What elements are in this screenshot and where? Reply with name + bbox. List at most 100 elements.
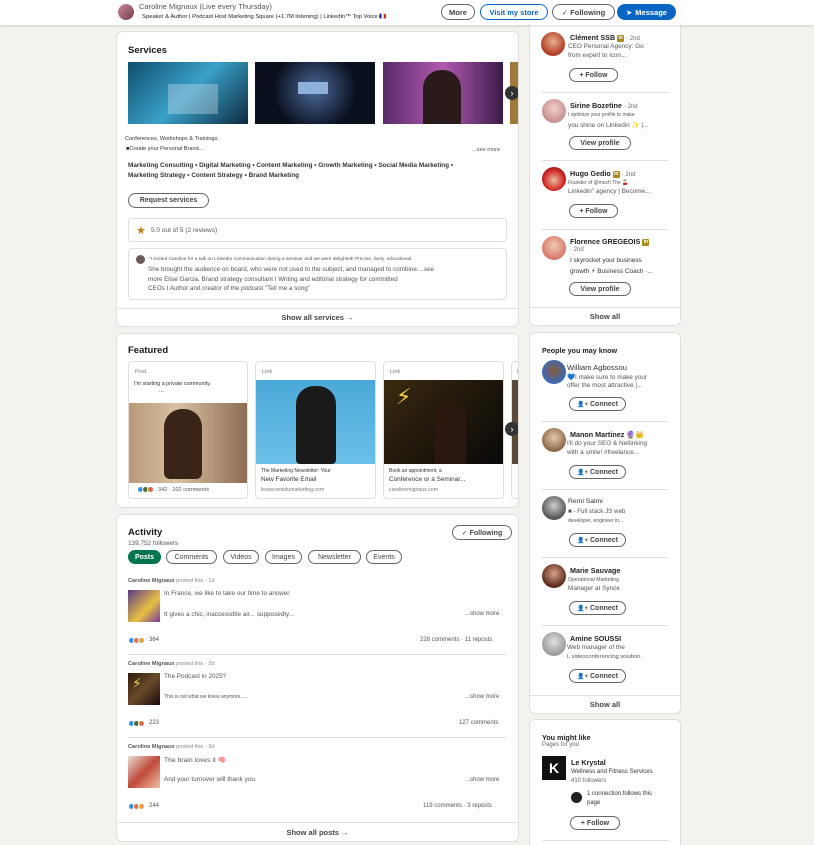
- avatar[interactable]: [542, 564, 566, 588]
- connection-line2: page: [587, 800, 601, 806]
- page-name[interactable]: Le Krystal: [571, 758, 606, 767]
- review-headline: "I invited Caroline for a talk on Linked…: [149, 257, 413, 262]
- service-image-1[interactable]: [128, 62, 248, 124]
- avatar[interactable]: [542, 632, 566, 656]
- person-name[interactable]: Hugo Gedio in · 2nd: [570, 169, 635, 178]
- review-line2: more Elise Garcia, Brand strategy consul…: [148, 276, 398, 283]
- avatar[interactable]: [542, 99, 566, 123]
- post-meta: posted this · 2d: [174, 661, 215, 667]
- person-name[interactable]: Clément SSB in · 2nd: [570, 33, 640, 42]
- services-next-arrow[interactable]: ›: [505, 86, 518, 100]
- avatar[interactable]: [541, 32, 565, 56]
- services-see-more[interactable]: ...see more: [472, 147, 500, 153]
- person-divider: [542, 421, 668, 422]
- avatar[interactable]: [542, 236, 566, 260]
- person-headline-line1: Founder of @much The 🍒: [568, 180, 629, 186]
- post-show-more[interactable]: ...show more: [465, 777, 499, 783]
- reaction-icons: [128, 803, 145, 810]
- avatar[interactable]: [542, 360, 566, 384]
- post-thumbnail: [128, 756, 160, 788]
- rating-box: ★ 5.0 out of 5 (2 reviews): [128, 218, 507, 242]
- post-stats[interactable]: 119 comments · 3 reposts: [423, 803, 492, 809]
- person-name[interactable]: Marie Sauvage: [570, 566, 620, 575]
- request-services-button[interactable]: Request services: [128, 193, 209, 208]
- person-divider: [542, 160, 668, 161]
- service-image-3[interactable]: [383, 62, 503, 124]
- post-text-line1: The Podcast in 2025?: [164, 673, 227, 680]
- following-button[interactable]: ✓ Following: [552, 4, 615, 20]
- person-name[interactable]: William Agbossou: [567, 363, 627, 372]
- featured-title: Featured: [128, 345, 169, 356]
- tab-comments[interactable]: Comments: [166, 550, 217, 564]
- post-stats[interactable]: 228 comments · 11 reposts: [420, 637, 492, 643]
- tab-posts[interactable]: Posts: [128, 550, 161, 564]
- ymlike-title: You might like: [542, 733, 591, 742]
- connect-label: Connect: [589, 672, 618, 680]
- services-desc-line1: Conferences, Workshops & Trainings:: [125, 136, 219, 142]
- avatar[interactable]: [542, 428, 566, 452]
- post-reaction-count: 223: [149, 720, 160, 726]
- tab-images[interactable]: Images: [265, 550, 302, 564]
- follow-button[interactable]: + Follow: [569, 204, 618, 218]
- featured-item-post[interactable]: Post I'm starting a private community. .…: [128, 361, 248, 499]
- add-person-icon: 👤+: [577, 401, 588, 408]
- page-logo[interactable]: K: [542, 756, 566, 780]
- person-name[interactable]: Remi Salmi: [568, 498, 603, 505]
- ymlike-subtitle: Pages for you: [542, 742, 580, 748]
- person-headline-line2: from expert to icon...: [568, 52, 627, 59]
- connect-button[interactable]: 👤+ Connect: [569, 669, 626, 683]
- show-all-people-link[interactable]: Show all: [530, 307, 680, 325]
- view-profile-button[interactable]: View profile: [569, 282, 631, 296]
- send-icon: ➤: [626, 7, 633, 17]
- tab-videos[interactable]: Videos: [223, 550, 259, 564]
- featured-type: L: [517, 369, 518, 375]
- connect-button[interactable]: 👤+ Connect: [569, 397, 626, 411]
- post-stats[interactable]: 127 comments: [459, 720, 498, 726]
- avatar[interactable]: [542, 167, 566, 191]
- tab-newsletter[interactable]: Newsletter: [308, 550, 361, 564]
- featured-card: Featured Post I'm starting a private com…: [116, 333, 519, 508]
- featured-item-link-newsletter[interactable]: Link The Marketing Newsletter: Your New …: [255, 361, 376, 499]
- show-all-posts-link[interactable]: Show all posts →: [116, 822, 519, 842]
- reaction-icons: [137, 486, 154, 493]
- person-name[interactable]: Manon Martinez 🔮👑: [570, 430, 644, 439]
- follow-button[interactable]: + Follow: [569, 68, 618, 82]
- post-show-more[interactable]: ...show more: [465, 694, 499, 700]
- featured-next-arrow[interactable]: ›: [505, 422, 518, 436]
- service-image-2[interactable]: [255, 62, 375, 124]
- person-headline-line1: I skyrocket your business: [570, 257, 642, 264]
- person-headline-line2: with a smile! #freelance...: [567, 449, 640, 456]
- featured-type: Post: [135, 369, 147, 375]
- post-author: Caroline Mignaux: [128, 744, 175, 750]
- review-line3: CEOs I Author and creator of the podcast…: [148, 285, 310, 292]
- services-title: Services: [128, 45, 168, 56]
- activity-following-button[interactable]: ✓ Following: [452, 525, 512, 540]
- show-all-services-link[interactable]: Show all services →: [117, 308, 518, 326]
- show-all-pymk-link[interactable]: Show all: [530, 695, 680, 713]
- person-name[interactable]: Sirine Bozetine · 2nd: [570, 101, 638, 110]
- post-show-more[interactable]: ...show more: [465, 611, 499, 617]
- person-divider: [542, 229, 668, 230]
- connect-button[interactable]: 👤+ Connect: [569, 601, 626, 615]
- more-button[interactable]: More: [441, 4, 475, 20]
- connect-button[interactable]: 👤+ Connect: [569, 465, 626, 479]
- rating-text: 5.0 out of 5 (2 reviews): [151, 227, 218, 234]
- avatar[interactable]: [118, 4, 134, 20]
- follow-button[interactable]: + Follow: [570, 816, 620, 830]
- person-name[interactable]: Amine SOUSSI: [570, 634, 621, 643]
- post-author-line: Caroline Mignaux posted this · 1d: [128, 578, 214, 584]
- star-icon: ★: [136, 225, 146, 237]
- connect-button[interactable]: 👤+ Connect: [569, 533, 626, 547]
- featured-link-caption1: Book an appointment, a: [389, 468, 442, 474]
- reaction-icons: [128, 637, 145, 644]
- view-profile-button[interactable]: View profile: [569, 136, 631, 150]
- services-tags-line2: Marketing Strategy • Content Strategy • …: [128, 172, 300, 179]
- message-button[interactable]: ➤ Message: [617, 4, 676, 20]
- visit-store-button[interactable]: Visit my store: [480, 4, 548, 20]
- tab-events[interactable]: Events: [366, 550, 402, 564]
- person-name[interactable]: Florence GREGEOIS in: [570, 237, 650, 246]
- featured-item-link-booking[interactable]: Link ⚡ Book an appointment, a Conference…: [383, 361, 504, 499]
- avatar[interactable]: [542, 496, 566, 520]
- person-headline-line2: developer, engineer in...: [568, 518, 624, 524]
- person-headline-line1: Operational Marketing: [568, 577, 620, 583]
